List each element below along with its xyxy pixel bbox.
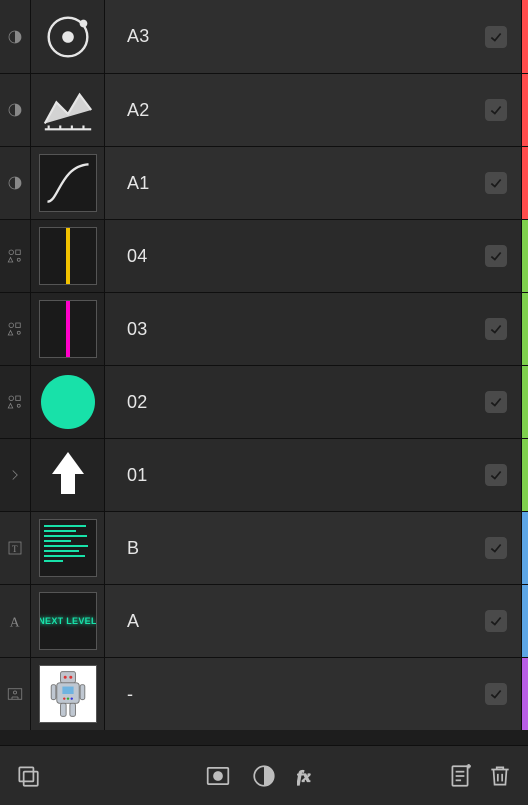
layer-main[interactable]: 02 (105, 366, 522, 438)
layer-thumbnail[interactable] (31, 293, 105, 365)
artistic_text-icon: A (6, 612, 24, 630)
layer-main[interactable]: - (105, 658, 522, 730)
layers-list: A3A2A104030201TBANEXT LEVELA- (0, 0, 528, 745)
visibility-checkbox[interactable] (485, 537, 507, 559)
visibility-checkbox[interactable] (485, 172, 507, 194)
visibility-checkbox[interactable] (485, 610, 507, 632)
shapes-icon (6, 320, 24, 338)
shapes-icon (6, 247, 24, 265)
fx-button[interactable]: fx (294, 760, 326, 792)
color-tag (522, 512, 528, 584)
layer-thumbnail[interactable]: NEXT LEVEL (31, 585, 105, 657)
layer-row-04[interactable]: 04 (0, 219, 528, 292)
color-tag (522, 585, 528, 657)
adjustment-icon (6, 28, 24, 46)
layer-type-icon (0, 147, 31, 219)
layer-thumbnail[interactable] (31, 439, 105, 511)
layer-main[interactable]: A (105, 585, 522, 657)
layer-row-a[interactable]: A NEXT LEVEL A (0, 584, 528, 657)
layer-label: 01 (127, 465, 148, 486)
layer-label: A1 (127, 173, 150, 194)
layer-main[interactable]: A3 (105, 0, 522, 73)
layer-main[interactable]: 01 (105, 439, 522, 511)
image-icon (6, 685, 24, 703)
layer-thumbnail[interactable] (31, 512, 105, 584)
visibility-checkbox[interactable] (485, 391, 507, 413)
visibility-checkbox[interactable] (485, 318, 507, 340)
mask-button[interactable] (202, 760, 234, 792)
color-tag (522, 147, 528, 219)
color-tag (522, 220, 528, 292)
layer-label: A (127, 611, 139, 632)
layer-main[interactable]: A2 (105, 74, 522, 146)
adjustment-button[interactable] (248, 760, 280, 792)
layer-type-icon (0, 293, 31, 365)
layer-thumbnail[interactable] (31, 366, 105, 438)
layer-main[interactable]: A1 (105, 147, 522, 219)
layers-button[interactable] (12, 760, 44, 792)
visibility-checkbox[interactable] (485, 464, 507, 486)
layer-thumbnail[interactable] (31, 220, 105, 292)
visibility-checkbox[interactable] (485, 26, 507, 48)
color-tag (522, 293, 528, 365)
layer-row-03[interactable]: 03 (0, 292, 528, 365)
layer-row-01[interactable]: 01 (0, 438, 528, 511)
layer-row-dash[interactable]: - (0, 657, 528, 730)
layer-thumbnail[interactable] (31, 74, 105, 146)
layer-label: - (127, 684, 133, 705)
svg-text:fx: fx (297, 767, 311, 785)
layer-label: 02 (127, 392, 148, 413)
layer-row-a2[interactable]: A2 (0, 73, 528, 146)
color-tag (522, 658, 528, 730)
layer-main[interactable]: 04 (105, 220, 522, 292)
page-add-button[interactable] (444, 760, 476, 792)
layer-type-icon (0, 439, 31, 511)
layer-thumbnail[interactable] (31, 0, 105, 73)
layer-type-icon (0, 0, 31, 73)
color-tag (522, 0, 528, 73)
delete-button[interactable] (484, 760, 516, 792)
visibility-checkbox[interactable] (485, 99, 507, 121)
layer-main[interactable]: B (105, 512, 522, 584)
color-tag (522, 366, 528, 438)
color-tag (522, 74, 528, 146)
textframe-icon: T (6, 539, 24, 557)
layer-label: 04 (127, 246, 148, 267)
svg-text:T: T (12, 544, 18, 554)
layer-type-icon: A (0, 585, 31, 657)
layer-type-icon: T (0, 512, 31, 584)
layer-label: A3 (127, 26, 150, 47)
layer-type-icon (0, 366, 31, 438)
layer-label: B (127, 538, 139, 559)
chevron-icon (6, 466, 24, 484)
layer-type-icon (0, 220, 31, 292)
layer-thumbnail[interactable] (31, 658, 105, 730)
adjustment-icon (6, 101, 24, 119)
layer-type-icon (0, 74, 31, 146)
color-tag (522, 439, 528, 511)
adjustment-icon (6, 174, 24, 192)
layer-row-02[interactable]: 02 (0, 365, 528, 438)
layer-row-a3[interactable]: A3 (0, 0, 528, 73)
toolbar: fx (0, 745, 528, 805)
layer-row-a1[interactable]: A1 (0, 146, 528, 219)
shapes-icon (6, 393, 24, 411)
layer-thumbnail[interactable] (31, 147, 105, 219)
visibility-checkbox[interactable] (485, 245, 507, 267)
layer-row-b[interactable]: TB (0, 511, 528, 584)
layer-type-icon (0, 658, 31, 730)
svg-text:A: A (10, 614, 20, 629)
layers-panel: A3A2A104030201TBANEXT LEVELA- fx (0, 0, 528, 805)
layer-label: A2 (127, 100, 150, 121)
layer-main[interactable]: 03 (105, 293, 522, 365)
visibility-checkbox[interactable] (485, 683, 507, 705)
layer-label: 03 (127, 319, 148, 340)
